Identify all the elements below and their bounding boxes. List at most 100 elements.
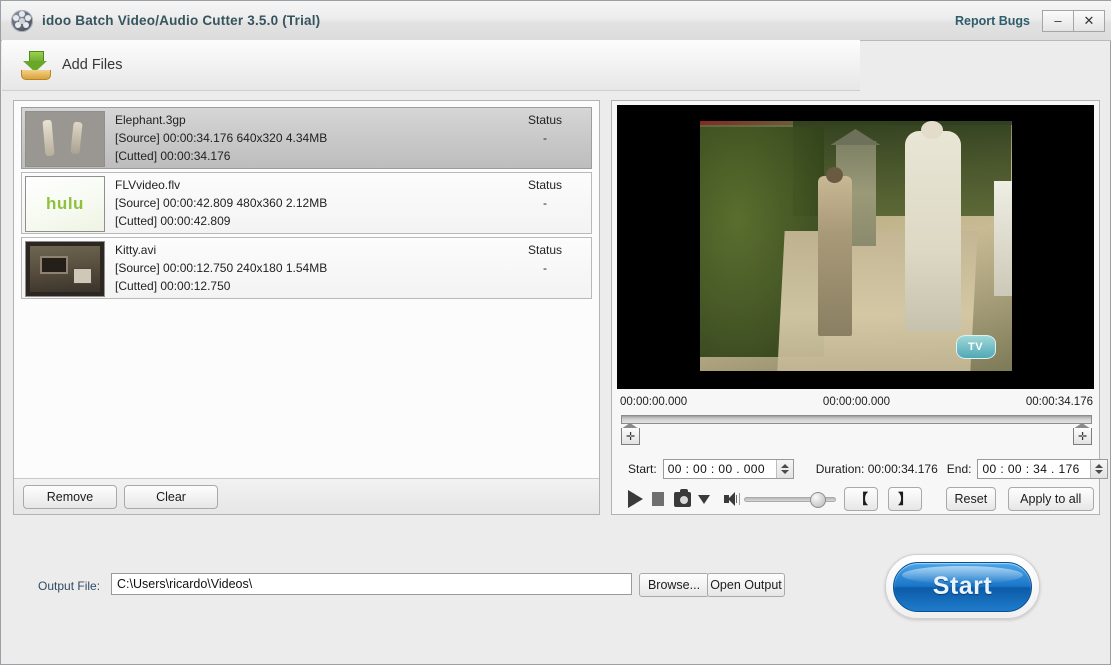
file-source-line: [Source] 00:00:12.750 240x180 1.54MB [115, 259, 502, 277]
hulu-logo-text: hulu [46, 194, 84, 214]
mark-in-button[interactable]: 【 [844, 487, 878, 511]
start-time-input[interactable] [664, 460, 776, 478]
file-name: Elephant.3gp [115, 112, 502, 129]
video-preview[interactable]: TV [617, 105, 1094, 389]
close-button[interactable]: ✕ [1073, 10, 1105, 32]
cutted-duration: 00:00:12.750 [160, 279, 230, 293]
hulu-thumbnail: hulu [25, 176, 105, 232]
trim-end-handle[interactable]: ✛ [1073, 423, 1094, 447]
table-row[interactable]: hulu FLVvideo.flv [Source] 00:00:42.809 … [21, 172, 592, 234]
play-icon[interactable] [628, 490, 643, 508]
reset-button[interactable]: Reset [946, 487, 995, 511]
stop-icon[interactable] [652, 492, 664, 506]
end-time-input[interactable] [978, 460, 1090, 478]
file-list[interactable]: Elephant.3gp [Source] 00:00:34.176 640x3… [14, 101, 599, 478]
timeline-current-time: 00:00:00.000 [823, 396, 890, 408]
playback-controls: 【 】 Reset Apply to all [628, 486, 1094, 512]
timeline-end-time: 00:00:34.176 [1026, 396, 1093, 408]
file-name: Kitty.avi [115, 242, 502, 259]
apply-to-all-button[interactable]: Apply to all [1008, 487, 1094, 511]
status-badge: - [502, 194, 588, 212]
download-arrow-icon [20, 50, 52, 80]
start-time-label: Start: [628, 462, 657, 476]
start-button-inner: Start [893, 562, 1032, 612]
source-duration: 00:00:42.809 [163, 196, 233, 210]
file-cutted-line: [Cutted] 00:00:42.809 [115, 212, 502, 230]
status-header: Status [502, 112, 588, 129]
camera-icon[interactable] [674, 492, 691, 507]
elephant-thumbnail [25, 111, 105, 167]
cutted-duration: 00:00:42.809 [160, 214, 230, 228]
volume-slider[interactable] [744, 492, 822, 506]
mark-out-button[interactable]: 】 [888, 487, 922, 511]
source-label: [Source] [115, 131, 160, 145]
open-output-button[interactable]: Open Output [707, 573, 785, 597]
title-bar-controls: Report Bugs – ✕ [955, 10, 1105, 32]
cutted-label: [Cutted] [115, 214, 157, 228]
cutted-label: [Cutted] [115, 149, 157, 163]
timeline-start-time: 00:00:00.000 [620, 396, 687, 408]
start-spin-arrows[interactable] [776, 460, 793, 478]
volume-slider-knob [810, 492, 826, 508]
file-list-panel: Elephant.3gp [Source] 00:00:34.176 640x3… [13, 100, 600, 515]
close-icon: ✕ [1084, 14, 1095, 27]
source-resolution: 480x360 [236, 196, 282, 210]
title-bar: idoo Batch Video/Audio Cutter 3.5.0 (Tri… [1, 1, 1111, 41]
clear-button[interactable]: Clear [124, 485, 218, 509]
spin-up-icon [1095, 464, 1103, 468]
remove-button[interactable]: Remove [23, 485, 117, 509]
source-resolution: 240x180 [236, 261, 282, 275]
file-source-line: [Source] 00:00:34.176 640x320 4.34MB [115, 129, 502, 147]
minimize-icon: – [1054, 14, 1061, 27]
add-files-button[interactable]: Add Files [20, 50, 122, 80]
volume-icon[interactable] [724, 492, 738, 506]
status-cell: Status - [502, 111, 588, 147]
file-info: Kitty.avi [Source] 00:00:12.750 240x180 … [115, 241, 502, 295]
status-cell: Status - [502, 176, 588, 212]
spin-up-icon [781, 464, 789, 468]
chevron-down-icon[interactable] [698, 495, 710, 504]
spin-down-icon [781, 470, 789, 474]
source-size: 1.54MB [286, 261, 327, 275]
end-time-spinner[interactable] [977, 459, 1108, 479]
trim-time-row: Start: Duration: 00:00:34.176 End: [628, 458, 1090, 480]
minimize-button[interactable]: – [1042, 10, 1073, 32]
file-name: FLVvideo.flv [115, 177, 502, 194]
start-time-spinner[interactable] [663, 459, 794, 479]
output-path-input[interactable] [111, 573, 632, 595]
preview-panel: TV 00:00:00.000 00:00:00.000 00:00:34.17… [611, 100, 1100, 515]
file-source-line: [Source] 00:00:42.809 480x360 2.12MB [115, 194, 502, 212]
status-badge: - [502, 129, 588, 147]
source-size: 4.34MB [286, 131, 327, 145]
tv-watermark-icon: TV [956, 335, 996, 359]
table-row[interactable]: Kitty.avi [Source] 00:00:12.750 240x180 … [21, 237, 592, 299]
timeline-labels: 00:00:00.000 00:00:00.000 00:00:34.176 [620, 396, 1093, 412]
duration-label: Duration: 00:00:34.176 [816, 462, 938, 476]
status-header: Status [502, 177, 588, 194]
source-label: [Source] [115, 261, 160, 275]
browse-button[interactable]: Browse... [639, 573, 709, 597]
kitty-thumbnail [25, 241, 105, 297]
file-cutted-line: [Cutted] 00:00:34.176 [115, 147, 502, 165]
output-file-label: Output File: [38, 579, 100, 593]
toolbar: Add Files [2, 40, 860, 91]
start-button[interactable]: Start [885, 554, 1040, 619]
status-cell: Status - [502, 241, 588, 277]
trim-start-handle[interactable]: ✛ [621, 423, 642, 447]
file-list-footer: Remove Clear [14, 478, 599, 514]
table-row[interactable]: Elephant.3gp [Source] 00:00:34.176 640x3… [21, 107, 592, 169]
end-time-label: End: [947, 462, 972, 476]
file-info: Elephant.3gp [Source] 00:00:34.176 640x3… [115, 111, 502, 165]
add-files-label: Add Files [62, 57, 122, 73]
cutted-duration: 00:00:34.176 [160, 149, 230, 163]
spin-down-icon [1095, 470, 1103, 474]
report-bugs-link[interactable]: Report Bugs [955, 14, 1030, 28]
timeline-scrubber[interactable] [621, 415, 1092, 424]
source-label: [Source] [115, 196, 160, 210]
source-resolution: 640x320 [236, 131, 282, 145]
status-header: Status [502, 242, 588, 259]
application-window: idoo Batch Video/Audio Cutter 3.5.0 (Tri… [0, 0, 1111, 665]
end-spin-arrows[interactable] [1090, 460, 1107, 478]
start-button-label: Start [933, 572, 992, 601]
status-badge: - [502, 259, 588, 277]
